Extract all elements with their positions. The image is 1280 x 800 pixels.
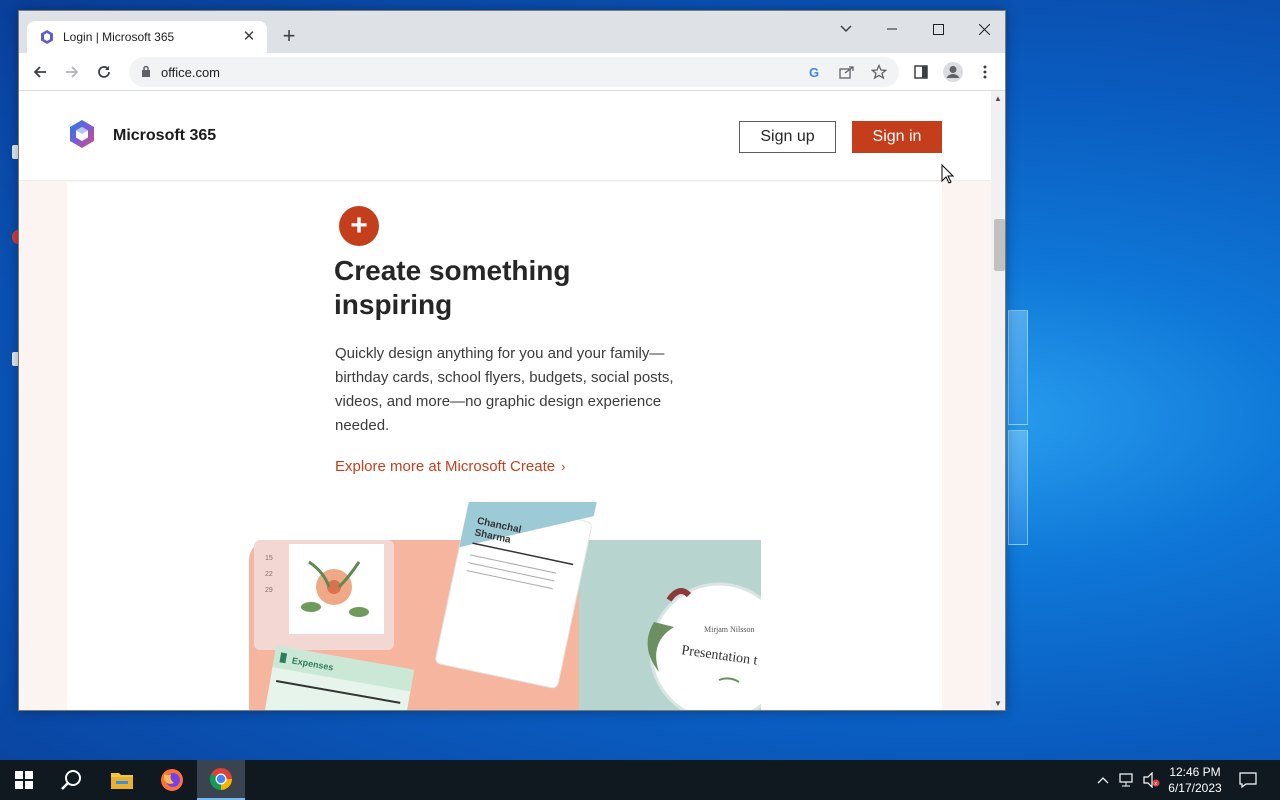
scroll-down-icon[interactable]: ▼ xyxy=(994,699,1002,708)
tab-strip: Login | Microsoft 365 ✕ + xyxy=(19,11,1005,53)
tab-search-button[interactable] xyxy=(823,15,869,43)
calendar-number: 29 xyxy=(265,587,273,594)
close-tab-icon[interactable]: ✕ xyxy=(241,29,257,45)
brand-name[interactable]: Microsoft 365 xyxy=(113,127,216,145)
volume-muted-icon[interactable]: x xyxy=(1140,760,1162,800)
notifications-icon[interactable] xyxy=(1236,760,1260,800)
plus-icon: + xyxy=(339,206,379,246)
close-window-button[interactable] xyxy=(961,15,1005,43)
windows-logo-pane xyxy=(1008,430,1028,545)
firefox-icon[interactable] xyxy=(148,760,196,800)
explore-create-link[interactable]: Explore more at Microsoft Create › xyxy=(335,458,565,475)
presenter-name: Mirjam Nilsson xyxy=(704,625,754,634)
network-icon[interactable] xyxy=(1116,760,1138,800)
google-icon[interactable]: G xyxy=(805,62,825,82)
start-button[interactable] xyxy=(0,760,48,800)
back-button[interactable] xyxy=(27,59,53,85)
show-hidden-icons-icon[interactable] xyxy=(1094,760,1112,800)
svg-text:G: G xyxy=(809,65,819,79)
page-viewport: Microsoft 365 Sign up Sign in + Create s… xyxy=(19,91,991,710)
tab-title: Login | Microsoft 365 xyxy=(63,30,175,44)
profile-icon[interactable] xyxy=(940,59,966,85)
svg-text:x: x xyxy=(1154,781,1157,787)
explore-link-text: Explore more at Microsoft Create xyxy=(335,458,556,475)
tab-active[interactable]: Login | Microsoft 365 ✕ xyxy=(27,21,267,53)
sign-in-button[interactable]: Sign in xyxy=(852,121,942,153)
feature-card: + Create something inspiring Quickly des… xyxy=(67,182,942,710)
chrome-menu-icon[interactable] xyxy=(972,59,998,85)
maximize-button[interactable] xyxy=(915,15,961,43)
clock-time: 12:46 PM xyxy=(1169,765,1221,779)
taskbar-clock[interactable]: 12:46 PM 6/17/2023 xyxy=(1160,764,1230,796)
scroll-up-icon[interactable]: ▲ xyxy=(994,94,1002,103)
microsoft-365-logo-icon[interactable] xyxy=(67,119,97,149)
share-icon[interactable] xyxy=(837,62,857,82)
clock-date: 6/17/2023 xyxy=(1168,781,1222,795)
windows-logo-pane xyxy=(1008,310,1028,425)
reload-button[interactable] xyxy=(91,59,117,85)
calendar-number: 15 xyxy=(265,555,273,562)
forward-button[interactable] xyxy=(59,59,85,85)
microsoft-365-favicon-icon xyxy=(41,30,53,44)
feature-description: Quickly design anything for you and your… xyxy=(335,345,674,434)
page-scrollbar[interactable]: ▲ ▼ xyxy=(991,91,1005,710)
side-panel-icon[interactable] xyxy=(908,59,934,85)
search-button[interactable] xyxy=(48,760,96,800)
taskbar: x 12:46 PM 6/17/2023 xyxy=(0,760,1280,800)
calendar-number: 22 xyxy=(265,571,273,578)
sign-up-button[interactable]: Sign up xyxy=(739,121,836,153)
url-text: office.com xyxy=(161,65,221,80)
site-header: Microsoft 365 Sign up Sign in xyxy=(19,91,991,184)
scrollbar-thumb[interactable] xyxy=(994,219,1005,271)
templates-hero-image: 15 22 29 Chanchal Sharma Mirjam Nilsson … xyxy=(249,502,761,710)
chevron-right-icon: › xyxy=(561,459,566,474)
new-tab-button[interactable]: + xyxy=(277,25,301,49)
browser-toolbar: office.com G xyxy=(19,53,1005,91)
minimize-button[interactable] xyxy=(869,15,915,43)
chrome-taskbar-icon[interactable] xyxy=(197,760,245,800)
mouse-cursor-icon xyxy=(941,164,954,184)
file-explorer-icon[interactable] xyxy=(98,760,146,800)
feature-headline: Create something inspiring xyxy=(334,255,571,320)
browser-window: Login | Microsoft 365 ✕ + office.com G M… xyxy=(18,10,1006,711)
address-bar[interactable]: office.com G xyxy=(129,57,899,87)
lock-icon[interactable] xyxy=(141,65,151,78)
bookmark-star-icon[interactable] xyxy=(869,62,889,82)
